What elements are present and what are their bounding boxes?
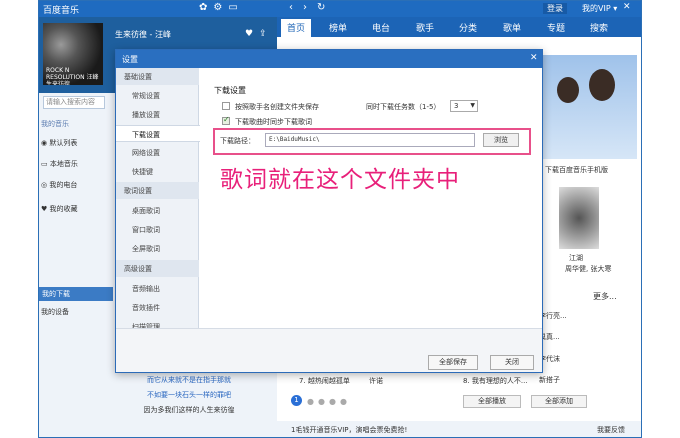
mobile-promo-link[interactable]: 下载百度音乐手机版 (545, 165, 608, 175)
default-list-label: 默认列表 (49, 139, 78, 147)
skin-settings-icons[interactable]: ✿⚙▭ (199, 2, 244, 13)
lyric-line-4: 因为多我们这样的人生来彷徨 (143, 406, 235, 414)
settings-dialog: 设置 ✕ 基础设置 常规设置 播放设置 下载设置 网络设置 快捷键 歌词设置 桌… (115, 49, 543, 373)
album-cover-text: ROCK N RESOLUTION 汪峰 生来彷徨 (46, 67, 99, 85)
banner-face-2 (589, 69, 615, 101)
album-cover[interactable]: ROCK N RESOLUTION 汪峰 生来彷徨 (43, 23, 103, 85)
feedback-link[interactable]: 我要反馈 (597, 425, 625, 435)
sidebar-item-devices[interactable]: 我的设备 (41, 307, 69, 317)
add-all-button[interactable]: 全部添加 (531, 395, 587, 408)
category-basic: 基础设置 (116, 68, 199, 85)
play-all-button[interactable]: 全部播放 (463, 395, 521, 408)
rank-row-8[interactable]: 8. 我有理想的人不... (463, 376, 528, 386)
sidebar-item-local-music[interactable]: ▭ 本地音乐 (41, 159, 78, 169)
more-link[interactable]: 更多... (593, 291, 617, 302)
app-logo: 百度音乐 (43, 6, 80, 16)
tab-home[interactable]: 首页 (281, 19, 312, 37)
dialog-close-icon[interactable]: ✕ (530, 53, 538, 63)
rank-item-4[interactable]: 新搭子 (539, 375, 560, 385)
settings-item-general[interactable]: 常规设置 (116, 87, 199, 104)
settings-item-audio-output[interactable]: 音频输出 (116, 280, 199, 297)
tab-categories[interactable]: 分类 (459, 21, 477, 34)
close-button[interactable]: 关闭 (490, 355, 534, 370)
settings-item-hotkeys[interactable]: 快捷键 (116, 163, 199, 180)
sidebar-item-default-list[interactable]: ◉ 默认列表 (41, 138, 77, 148)
settings-item-network[interactable]: 网络设置 (116, 144, 199, 161)
settings-item-desktop-lyrics[interactable]: 桌面歌词 (116, 202, 199, 219)
album-title[interactable]: 江湖 (569, 253, 583, 263)
settings-item-download[interactable]: 下载设置 (116, 125, 200, 142)
sync-lyrics-label: 下载歌曲时同步下载歌词 (235, 118, 312, 126)
tab-radio[interactable]: 电台 (372, 21, 390, 34)
browse-button[interactable]: 浏览 (483, 133, 519, 147)
heart-share-icons[interactable]: ♥⇪ (245, 29, 273, 39)
close-icon[interactable]: ✕ (623, 2, 631, 12)
vip-promo-text[interactable]: 1毛钱开通音乐VIP，演唱会票免费抢! (291, 425, 407, 435)
sidebar-item-downloads[interactable]: 我的下载 (39, 287, 113, 301)
page-dots[interactable]: ●●●● (307, 397, 351, 406)
category-advanced: 高级设置 (116, 260, 199, 277)
settings-item-effects[interactable]: 音效插件 (116, 299, 199, 316)
category-lyrics: 歌词设置 (116, 182, 199, 199)
my-music-heading: 我的音乐 (41, 120, 69, 128)
sidebar-item-my-radio[interactable]: ◎ 我的电台 (41, 180, 77, 190)
download-path-input[interactable]: E:\BaiduMusic\ (265, 133, 475, 147)
folder-by-singer-checkbox[interactable] (222, 102, 230, 110)
concurrent-label: 同时下载任务数（1-5） (366, 103, 441, 111)
login-button[interactable]: 登录 (543, 3, 567, 14)
my-radio-label: 我的电台 (49, 181, 78, 189)
vip-menu[interactable]: 我的VIP ▾ (582, 3, 617, 14)
tab-charts[interactable]: 榜单 (329, 21, 347, 34)
download-path-highlight: 下载路径： E:\BaiduMusic\ 浏览 (213, 128, 531, 155)
settings-item-window-lyrics[interactable]: 窗口歌词 (116, 221, 199, 238)
album-poster[interactable] (559, 187, 599, 249)
banner-image[interactable] (537, 55, 637, 159)
sync-lyrics-checkbox[interactable] (222, 115, 230, 125)
lyric-line-2: 而它从来就不是在指手那就 (147, 376, 231, 384)
album-artist[interactable]: 周华健, 张大寒 (565, 264, 611, 274)
concurrent-select[interactable]: 3 ▼ (450, 100, 478, 112)
settings-main: 下载设置 按照歌手名创建文件夹保存 同时下载任务数（1-5） 下载歌曲时同步下载… (200, 68, 542, 328)
chevron-down-icon: ▼ (470, 102, 475, 109)
local-music-label: 本地音乐 (49, 160, 78, 168)
tab-search[interactable]: 搜索 (590, 21, 608, 34)
search-input[interactable]: 请输入搜索内容 (43, 96, 105, 109)
dialog-titlebar: 设置 ✕ (116, 50, 542, 68)
annotation-text: 歌词就在这个文件夹中 (220, 167, 460, 193)
banner-face-1 (557, 77, 579, 103)
concurrent-value: 3 (454, 102, 459, 110)
settings-item-fullscreen-lyrics[interactable]: 全屏歌词 (116, 240, 199, 257)
nav-arrows[interactable]: ‹›↻ (289, 2, 335, 13)
path-label: 下载路径： (220, 137, 255, 145)
sidebar-item-favorites[interactable]: ♥ 我的收藏 (41, 204, 78, 214)
section-title: 下载设置 (214, 86, 246, 95)
dialog-title: 设置 (122, 55, 138, 64)
folder-by-singer-label: 按照歌手名创建文件夹保存 (235, 103, 319, 111)
rank-row-7-artist[interactable]: 许诺 (369, 376, 383, 386)
now-playing-title: 生来彷徨 - 汪峰 (115, 30, 171, 39)
tab-playlists[interactable]: 歌单 (503, 21, 521, 34)
rank-row-7[interactable]: 7. 越热闹越孤单 (299, 376, 350, 386)
title-bar: 百度音乐 ✿⚙▭ ‹›↻ 登录 我的VIP ▾ ✕ (39, 1, 641, 17)
settings-item-playback[interactable]: 播放设置 (116, 106, 199, 123)
tab-bar: 首页 榜单 电台 歌手 分类 歌单 专题 搜索 (277, 17, 641, 37)
favorites-label: 我的收藏 (49, 205, 78, 213)
page-dot-active[interactable]: 1 (291, 395, 302, 406)
lyric-line-3: 不如要一块石头一样的罪吧 (147, 391, 231, 399)
tab-topics[interactable]: 专题 (547, 21, 565, 34)
tab-singers[interactable]: 歌手 (416, 21, 434, 34)
save-all-button[interactable]: 全部保存 (428, 355, 478, 370)
settings-sidebar: 基础设置 常规设置 播放设置 下载设置 网络设置 快捷键 歌词设置 桌面歌词 窗… (116, 68, 200, 331)
dialog-footer: 全部保存 关闭 (116, 328, 542, 372)
rank-item-1[interactable]: 李行亮... (539, 311, 567, 321)
status-bar: 1毛钱开通音乐VIP，演唱会票免费抢! 我要反馈 (277, 421, 641, 437)
